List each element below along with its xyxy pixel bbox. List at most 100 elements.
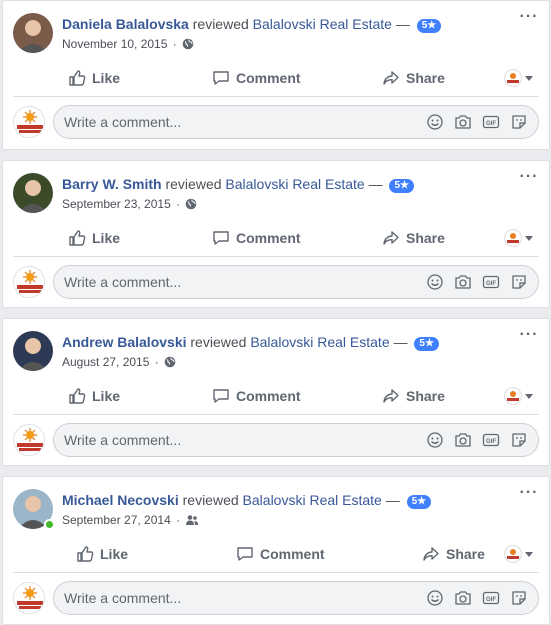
news-feed: Daniela Balalovska reviewed Balalovski R… [0, 0, 551, 625]
dash: — [393, 334, 408, 350]
comment-button[interactable]: Comment [212, 385, 301, 407]
emoji-icon[interactable] [426, 589, 444, 607]
commenter-avatar[interactable] [13, 424, 45, 456]
thumbs-up-icon [69, 388, 86, 404]
online-status-icon [44, 519, 55, 530]
like-label: Like [92, 230, 121, 246]
comment-composer: GIF [13, 105, 539, 139]
page-link[interactable]: Balalovski Real Estate [243, 492, 382, 508]
camera-icon[interactable] [454, 589, 472, 607]
gif-icon[interactable]: GIF [482, 431, 500, 449]
author-avatar[interactable] [13, 13, 53, 53]
action-bar: Like Comment Share [13, 219, 539, 257]
like-button[interactable]: Like [68, 67, 120, 89]
comment-input[interactable] [64, 589, 364, 607]
rating-badge: 5★ [389, 179, 415, 193]
author-name[interactable]: Barry W. Smith [62, 176, 162, 192]
post-header: Michael Necovski reviewed Balalovski Rea… [13, 485, 539, 533]
share-button[interactable]: Share [382, 227, 445, 249]
comment-tools: GIF [426, 273, 528, 291]
author-avatar[interactable] [13, 173, 53, 213]
comment-tools: GIF [426, 589, 528, 607]
page-link[interactable]: Balalovski Real Estate [250, 334, 389, 350]
action-verb: reviewed [190, 334, 247, 350]
comment-button[interactable]: Comment [212, 227, 301, 249]
camera-icon[interactable] [454, 273, 472, 291]
post-header: Andrew Balalovski reviewed Balalovski Re… [13, 327, 539, 375]
more-options-icon[interactable]: ··· [519, 327, 539, 345]
post-date[interactable]: September 23, 2015 [62, 197, 171, 211]
share-label: Share [446, 546, 485, 562]
post-date[interactable]: September 27, 2014 [62, 513, 171, 527]
globe-icon [164, 356, 176, 371]
page-logo-icon [504, 545, 522, 563]
comment-button[interactable]: Comment [236, 543, 325, 565]
review-post: Michael Necovski reviewed Balalovski Rea… [2, 476, 550, 625]
more-options-icon[interactable]: ··· [519, 169, 539, 187]
comment-input[interactable] [64, 431, 364, 449]
post-date[interactable]: August 27, 2015 [62, 355, 149, 369]
author-name[interactable]: Michael Necovski [62, 492, 179, 508]
sticker-icon[interactable] [510, 589, 528, 607]
gif-icon[interactable]: GIF [482, 113, 500, 131]
more-options-icon[interactable]: ··· [519, 485, 539, 503]
author-name[interactable]: Daniela Balalovska [62, 16, 189, 32]
share-icon [423, 547, 439, 561]
post-as-selector[interactable] [504, 229, 533, 247]
author-name[interactable]: Andrew Balalovski [62, 334, 187, 350]
post-as-selector[interactable] [504, 69, 533, 87]
post-title: Andrew Balalovski reviewed Balalovski Re… [62, 334, 439, 351]
emoji-icon[interactable] [426, 113, 444, 131]
like-button[interactable]: Like [68, 385, 120, 407]
sticker-icon[interactable] [510, 431, 528, 449]
post-as-selector[interactable] [504, 545, 533, 563]
comment-button[interactable]: Comment [212, 67, 301, 89]
like-button[interactable]: Like [68, 227, 120, 249]
dash: — [368, 176, 383, 192]
share-icon [383, 231, 399, 245]
post-header: Barry W. Smith reviewed Balalovski Real … [13, 169, 539, 217]
post-as-selector[interactable] [504, 387, 533, 405]
post-date[interactable]: November 10, 2015 [62, 37, 167, 51]
emoji-icon[interactable] [426, 431, 444, 449]
page-link[interactable]: Balalovski Real Estate [253, 16, 392, 32]
camera-icon[interactable] [454, 113, 472, 131]
comment-input[interactable] [64, 273, 364, 291]
sticker-icon[interactable] [510, 113, 528, 131]
comment-input[interactable] [64, 113, 364, 131]
share-button[interactable]: Share [382, 67, 445, 89]
comment-composer: GIF [13, 265, 539, 299]
share-button[interactable]: Share [382, 385, 445, 407]
globe-icon [182, 38, 194, 53]
gif-icon[interactable]: GIF [482, 273, 500, 291]
share-button[interactable]: Share [422, 543, 485, 565]
like-label: Like [100, 546, 129, 562]
balalovski-logo-icon [14, 107, 44, 137]
balalovski-logo-icon [14, 425, 44, 455]
commenter-avatar[interactable] [13, 266, 45, 298]
review-post: Barry W. Smith reviewed Balalovski Real … [2, 160, 550, 308]
svg-text:GIF: GIF [486, 597, 496, 603]
like-button[interactable]: Like [76, 543, 128, 565]
page-logo-icon [504, 69, 522, 87]
balalovski-logo-icon [14, 267, 44, 297]
balalovski-logo-icon [14, 583, 44, 613]
commenter-avatar[interactable] [13, 582, 45, 614]
share-icon [383, 71, 399, 85]
camera-icon[interactable] [454, 431, 472, 449]
comment-icon [213, 389, 229, 403]
author-avatar[interactable] [13, 331, 53, 371]
comment-icon [213, 231, 229, 245]
comment-label: Comment [236, 70, 301, 86]
commenter-avatar[interactable] [13, 106, 45, 138]
page-link[interactable]: Balalovski Real Estate [225, 176, 364, 192]
more-options-icon[interactable]: ··· [519, 9, 539, 27]
rating-badge: 5★ [406, 495, 432, 509]
emoji-icon[interactable] [426, 273, 444, 291]
action-bar: Like Comment Share [13, 377, 539, 415]
chevron-down-icon [525, 393, 533, 399]
review-post: Daniela Balalovska reviewed Balalovski R… [2, 0, 550, 150]
sticker-icon[interactable] [510, 273, 528, 291]
gif-icon[interactable]: GIF [482, 589, 500, 607]
page-logo-icon [504, 387, 522, 405]
